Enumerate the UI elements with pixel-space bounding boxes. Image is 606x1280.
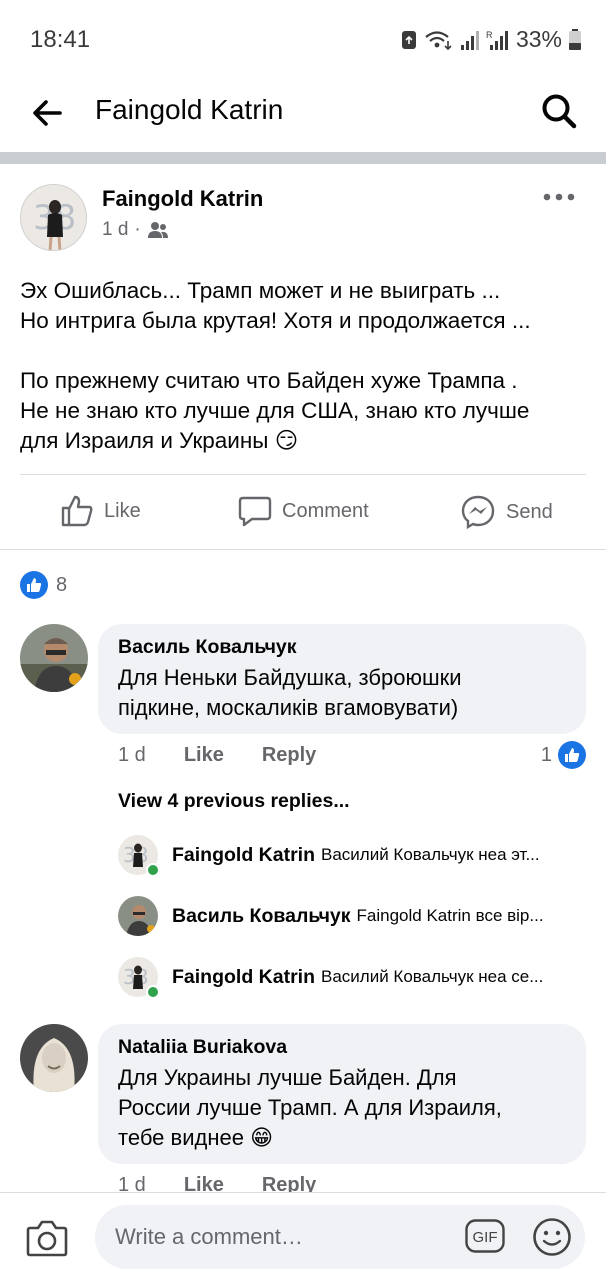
reply-text: Василий Ковальчук неа се...	[321, 967, 544, 986]
post-text-line: По прежнему считаю что Байден хуже Трамп…	[20, 368, 518, 393]
comment-time[interactable]: 1 d	[118, 744, 146, 767]
send-button[interactable]: Send	[460, 494, 553, 530]
comment-composer: GIF	[0, 1192, 606, 1280]
comment-bubble-icon	[238, 496, 272, 527]
app-header: Faingold Katrin	[0, 80, 606, 152]
signal-roaming-icon: R	[486, 30, 508, 50]
commenter-name[interactable]: Nataliia Buriakova	[118, 1036, 566, 1059]
post-body: Эх Ошиблась... Трамп может и не выиграть…	[20, 276, 590, 456]
post-bottom-divider	[0, 549, 606, 550]
reaction-count: 8	[56, 573, 68, 596]
status-icons: R 33%	[400, 26, 582, 53]
comment-text-line: России лучше Трамп. А для Израиля,	[118, 1095, 502, 1120]
like-reaction-icon	[20, 571, 48, 599]
send-label: Send	[506, 500, 553, 523]
online-status-indicator	[146, 985, 160, 997]
post-text-line: для Израиля и Украины 😏	[20, 428, 299, 453]
comment-actions: 1 d Like Reply	[118, 744, 316, 767]
battery-percent: 33%	[515, 26, 562, 52]
post-text-line: Но интрига была крутая! Хотя и продолжае…	[20, 308, 531, 333]
svg-text:R: R	[486, 30, 493, 40]
comment-text-line: Для Неньки Байдушка, зброюшки	[118, 665, 462, 690]
post-time[interactable]: 1 d	[102, 219, 128, 241]
comment-reactions[interactable]: 1	[541, 741, 586, 769]
back-arrow-icon[interactable]	[30, 96, 64, 130]
reply-avatar[interactable]: 38	[118, 957, 160, 997]
comment-bubble[interactable]: Василь Ковальчук Для Неньки Байдушка, зб…	[98, 624, 586, 734]
reply-item[interactable]: Василь Ковальчук Faingold Katrin все вір…	[118, 896, 588, 936]
reply-text: Faingold Katrin все вір...	[356, 906, 544, 925]
actions-divider	[20, 474, 586, 475]
post-author-avatar[interactable]: 38	[20, 184, 87, 251]
reply-item[interactable]: 38 Faingold Katrin Василий Ковальчук неа…	[118, 835, 588, 875]
commenter-name[interactable]: Василь Ковальчук	[118, 636, 566, 659]
comment-bubble[interactable]: Nataliia Buriakova Для Украины лучше Бай…	[98, 1024, 586, 1164]
comment-button[interactable]: Comment	[238, 494, 369, 528]
more-options-icon[interactable]	[542, 190, 576, 204]
reply-author[interactable]: Василь Ковальчук	[172, 905, 351, 928]
comment-label: Comment	[282, 499, 369, 522]
search-icon[interactable]	[540, 92, 578, 130]
meta-separator: ·	[134, 219, 141, 240]
comment-text-line: Для Украины лучше Байден. Для	[118, 1065, 457, 1090]
page-title: Faingold Katrin	[95, 94, 284, 125]
post-text-line: Эх Ошиблась... Трамп может и не выиграть…	[20, 278, 501, 303]
messenger-icon	[461, 495, 495, 530]
recycle-icon	[401, 30, 416, 49]
gif-button[interactable]: GIF	[465, 1219, 505, 1253]
comment-reaction-count: 1	[540, 743, 552, 766]
commenter-avatar[interactable]	[20, 1024, 88, 1092]
reply-text: Василий Ковальчук неа эт...	[321, 845, 540, 864]
comment-reply-button[interactable]: Reply	[262, 744, 316, 767]
friends-icon	[147, 222, 168, 238]
wifi-icon	[425, 30, 452, 50]
reply-author[interactable]: Faingold Katrin	[172, 966, 315, 989]
header-divider	[0, 152, 606, 164]
comment-text-line: тебе виднее 😁	[118, 1125, 273, 1150]
online-status-indicator	[146, 863, 160, 875]
view-previous-replies-link[interactable]: View 4 previous replies...	[118, 790, 350, 813]
battery-icon	[569, 28, 581, 50]
camera-icon[interactable]	[26, 1219, 68, 1257]
like-button[interactable]: Like	[60, 494, 141, 528]
status-bar: 18:41 R 33%	[0, 0, 606, 80]
gif-label: GIF	[473, 1229, 498, 1246]
emoji-icon[interactable]	[532, 1217, 572, 1257]
reactions-summary[interactable]: 8	[20, 571, 67, 599]
like-label: Like	[104, 499, 141, 522]
comment-text-line: підкине, москаликів вгамовувати)	[118, 695, 459, 720]
reply-author[interactable]: Faingold Katrin	[172, 844, 315, 867]
post-text-line: Не не знаю кто лучше для США, знаю кто л…	[20, 398, 530, 423]
post-author-name[interactable]: Faingold Katrin	[102, 186, 263, 212]
like-reaction-icon	[558, 741, 586, 769]
reply-avatar[interactable]	[118, 896, 158, 936]
commenter-avatar[interactable]	[20, 624, 88, 692]
signal-icon-1	[460, 30, 479, 50]
thumbs-up-icon	[61, 495, 93, 527]
status-time: 18:41	[30, 26, 91, 53]
comment-like-button[interactable]: Like	[184, 744, 224, 767]
reply-avatar[interactable]: 38	[118, 835, 160, 875]
comment-input[interactable]	[95, 1205, 585, 1269]
reply-item[interactable]: 38 Faingold Katrin Василий Ковальчук неа…	[118, 957, 588, 997]
post-meta: 1 d ·	[102, 219, 169, 241]
